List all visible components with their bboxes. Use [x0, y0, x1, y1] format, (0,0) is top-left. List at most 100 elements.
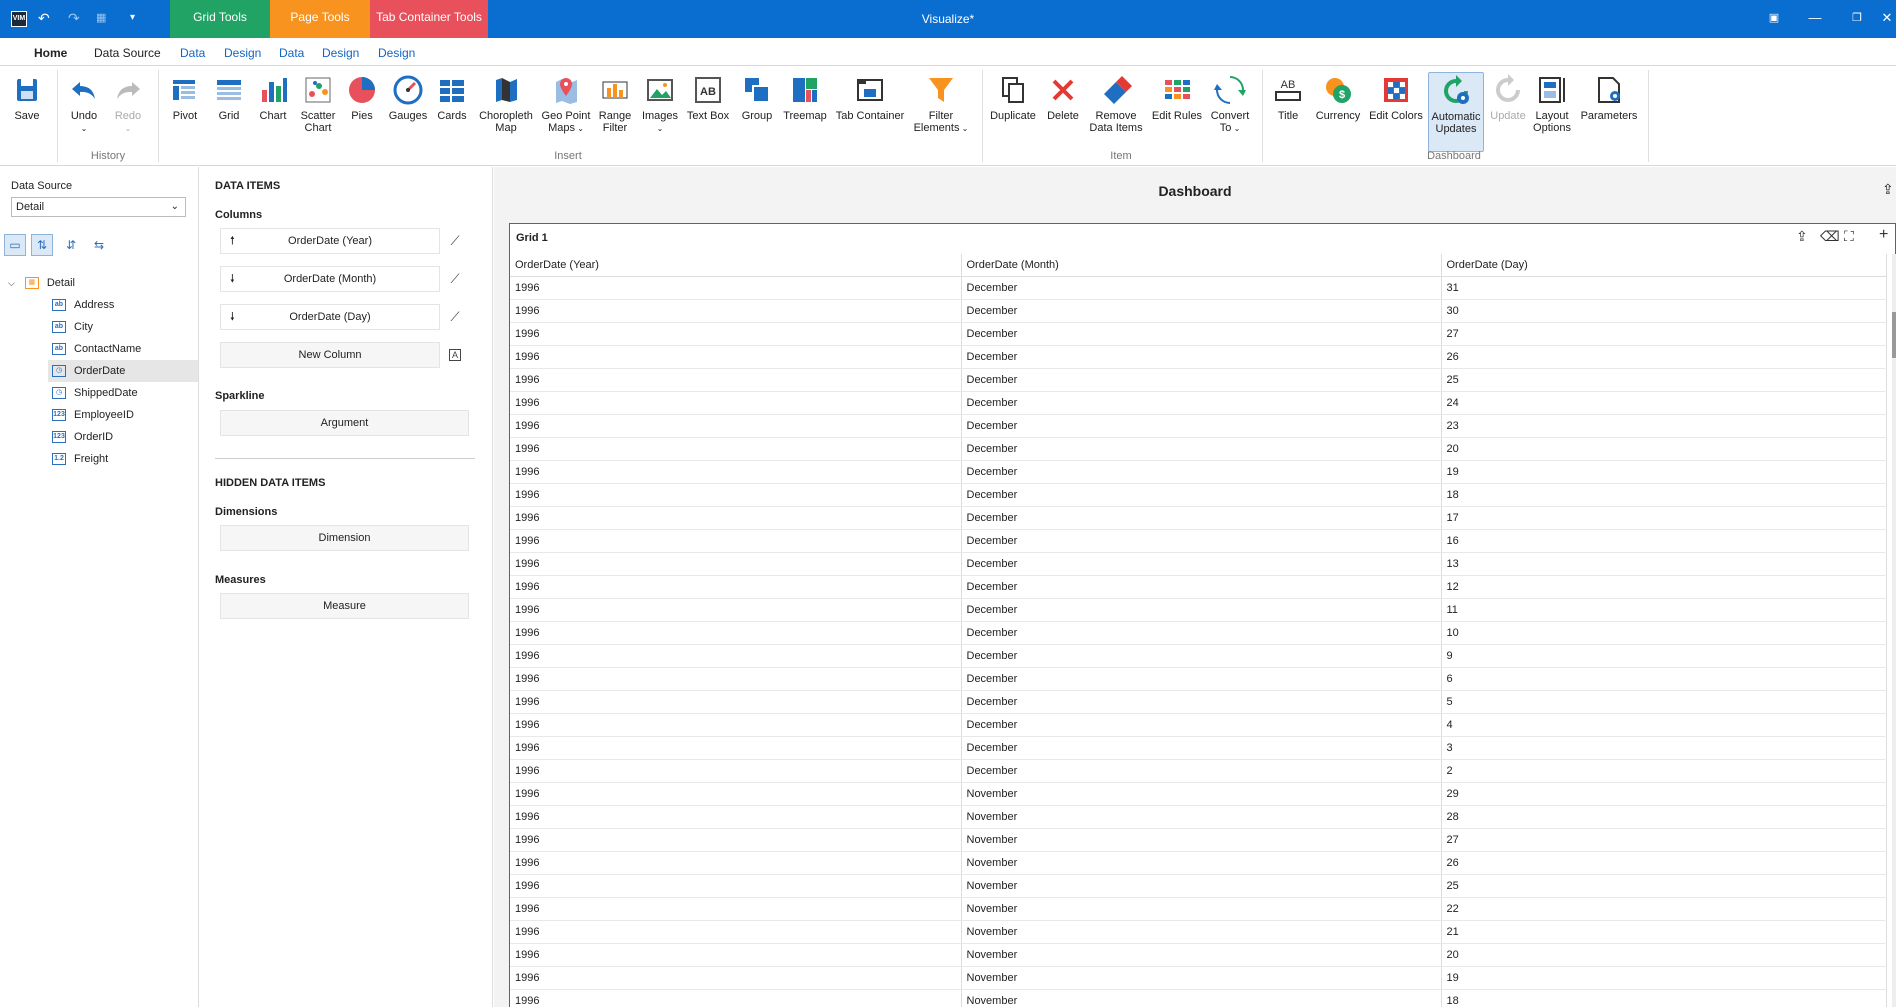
table-row[interactable]: 1996 December 19	[510, 460, 1887, 484]
table-row[interactable]: 1996 November 21	[510, 920, 1887, 944]
customize-quick-icon[interactable]: ▾	[130, 10, 135, 26]
edit-colors-button[interactable]: Edit Colors	[1368, 74, 1424, 122]
table-row[interactable]: 1996 December 31	[510, 276, 1887, 300]
table-row[interactable]: 1996 December 24	[510, 391, 1887, 415]
new-column-button[interactable]: New Column	[220, 342, 440, 368]
field-item[interactable]: 123 EmployeeID	[48, 404, 198, 426]
table-row[interactable]: 1996 November 25	[510, 874, 1887, 898]
sort-descending-icon[interactable]: ⇵	[60, 234, 82, 256]
insert-text-box-button[interactable]: AB Text Box	[684, 74, 732, 122]
table-row[interactable]: 1996 December 5	[510, 690, 1887, 714]
dimension-drop-zone[interactable]: Dimension	[220, 525, 469, 551]
table-row[interactable]: 1996 December 11	[510, 598, 1887, 622]
tab-grid-design[interactable]: Design	[224, 46, 261, 60]
parameters-button[interactable]: Parameters	[1578, 74, 1640, 122]
minimize-icon[interactable]: —	[1803, 8, 1827, 28]
insert-treemap-button[interactable]: Treemap	[782, 74, 828, 122]
sort-ascending-icon[interactable]: ⇅	[31, 234, 53, 256]
table-row[interactable]: 1996 December 18	[510, 483, 1887, 507]
title-button[interactable]: AB Title	[1268, 74, 1308, 122]
insert-pies-button[interactable]: Pies	[344, 74, 380, 122]
swap-icon[interactable]: ⇆	[88, 234, 110, 256]
insert-group-button[interactable]: Group	[738, 74, 776, 122]
table-row[interactable]: 1996 November 20	[510, 943, 1887, 967]
field-item[interactable]: 1.2 Freight	[48, 448, 198, 470]
header-orderdate-year[interactable]: OrderDate (Year)	[510, 254, 962, 277]
ribbon-display-icon[interactable]: ▣	[1762, 8, 1786, 28]
column-item-day[interactable]: 🠗 OrderDate (Day)	[220, 304, 440, 330]
insert-filter-elements-button[interactable]: Filter Elements ⌄	[912, 74, 970, 135]
sparkline-toggle-icon[interactable]: ⟋	[445, 307, 465, 327]
table-row[interactable]: 1996 November 28	[510, 805, 1887, 829]
table-row[interactable]: 1996 December 30	[510, 299, 1887, 323]
redo-button[interactable]: Redo ⌄	[108, 74, 148, 135]
duplicate-button[interactable]: Duplicate	[988, 74, 1038, 122]
tab-page-data[interactable]: Data	[279, 46, 304, 60]
tab-container-design[interactable]: Design	[378, 46, 415, 60]
tab-home[interactable]: Home	[31, 46, 70, 68]
table-row[interactable]: 1996 December 25	[510, 368, 1887, 392]
tree-root-detail[interactable]: ⌵ ▦ Detail	[8, 272, 75, 294]
table-row[interactable]: 1996 December 2	[510, 759, 1887, 783]
grid-quick-icon[interactable]: ▦	[96, 10, 106, 26]
layout-options-button[interactable]: Layout Options	[1530, 74, 1574, 134]
context-grid-tools[interactable]: Grid Tools	[170, 0, 270, 38]
table-row[interactable]: 1996 December 16	[510, 529, 1887, 553]
header-orderdate-day[interactable]: OrderDate (Day)	[1441, 254, 1887, 277]
insert-range-filter-button[interactable]: Range Filter	[594, 74, 636, 134]
maximize-icon[interactable]: ⛶	[1844, 228, 1854, 245]
insert-chart-button[interactable]: Chart	[254, 74, 292, 122]
table-row[interactable]: 1996 December 23	[510, 414, 1887, 438]
column-item-year[interactable]: 🠕 OrderDate (Year)	[220, 228, 440, 254]
field-item[interactable]: ab City	[48, 316, 198, 338]
table-row[interactable]: 1996 December 12	[510, 575, 1887, 599]
insert-scatter-chart-button[interactable]: Scatter Chart	[298, 74, 338, 134]
field-item[interactable]: 123 OrderID	[48, 426, 198, 448]
table-row[interactable]: 1996 December 17	[510, 506, 1887, 530]
convert-to-button[interactable]: Convert To ⌄	[1206, 74, 1254, 135]
automatic-updates-button[interactable]: Automatic Updates	[1428, 72, 1484, 152]
clear-filter-icon[interactable]: ⌫	[1820, 228, 1840, 245]
table-row[interactable]: 1996 November 18	[510, 989, 1887, 1007]
table-row[interactable]: 1996 November 26	[510, 851, 1887, 875]
sparkline-toggle-icon[interactable]: ⟋	[445, 269, 465, 289]
table-row[interactable]: 1996 December 4	[510, 713, 1887, 737]
maximize-icon[interactable]: ❐	[1845, 8, 1869, 28]
undo-button[interactable]: Undo ⌄	[64, 74, 104, 135]
edit-rules-button[interactable]: Edit Rules	[1150, 74, 1204, 122]
table-row[interactable]: 1996 December 6	[510, 667, 1887, 691]
currency-button[interactable]: $ Currency	[1312, 74, 1364, 122]
table-row[interactable]: 1996 November 19	[510, 966, 1887, 990]
table-row[interactable]: 1996 December 26	[510, 345, 1887, 369]
table-row[interactable]: 1996 December 10	[510, 621, 1887, 645]
insert-images-button[interactable]: Images ⌄	[638, 74, 682, 135]
measure-drop-zone[interactable]: Measure	[220, 593, 469, 619]
table-row[interactable]: 1996 November 27	[510, 828, 1887, 852]
grid-item[interactable]: Grid 1 ⇪ ⌫ ⛶ + OrderDate (Year) OrderDat…	[509, 223, 1896, 1007]
insert-tab-container-button[interactable]: Tab Container	[834, 74, 906, 122]
scrollbar-thumb[interactable]	[1892, 312, 1896, 358]
table-row[interactable]: 1996 December 27	[510, 322, 1887, 346]
update-button[interactable]: Update	[1488, 74, 1528, 122]
tab-page-design[interactable]: Design	[322, 46, 359, 60]
vertical-scrollbar[interactable]	[1892, 254, 1896, 1007]
insert-grid-button[interactable]: Grid	[210, 74, 248, 122]
insert-pivot-button[interactable]: Pivot	[166, 74, 204, 122]
remove-data-items-button[interactable]: Remove Data Items	[1086, 74, 1146, 134]
field-item[interactable]: ab ContactName	[48, 338, 198, 360]
add-icon[interactable]: +	[1879, 226, 1888, 244]
insert-gauges-button[interactable]: Gauges	[386, 74, 430, 122]
table-row[interactable]: 1996 December 3	[510, 736, 1887, 760]
delete-button[interactable]: Delete	[1044, 74, 1082, 122]
table-row[interactable]: 1996 November 29	[510, 782, 1887, 806]
field-item[interactable]: ab Address	[48, 294, 198, 316]
data-source-select[interactable]: Detail ⌄	[11, 197, 186, 217]
insert-cards-button[interactable]: Cards	[434, 74, 470, 122]
save-button[interactable]: Save	[8, 74, 46, 122]
table-row[interactable]: 1996 December 20	[510, 437, 1887, 461]
group-by-type-icon[interactable]: ▭	[4, 234, 26, 256]
tab-data-source[interactable]: Data Source	[94, 46, 161, 60]
undo-quick-icon[interactable]: ↶	[38, 10, 50, 26]
header-orderdate-month[interactable]: OrderDate (Month)	[961, 254, 1442, 277]
close-icon[interactable]: ✕	[1875, 8, 1896, 28]
